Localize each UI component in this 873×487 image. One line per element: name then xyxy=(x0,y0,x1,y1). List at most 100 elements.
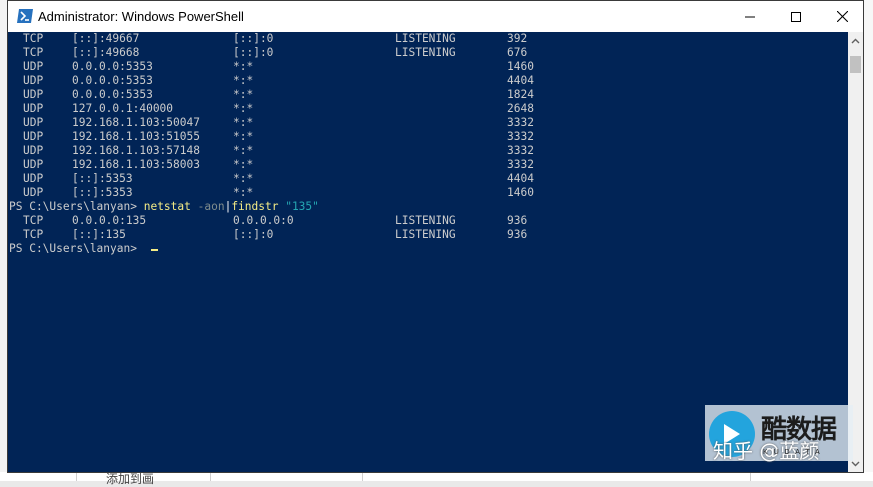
protocol-cell: UDP xyxy=(23,158,44,171)
background-divider xyxy=(210,472,211,481)
local-address-cell: [::]:49667 xyxy=(72,32,140,45)
local-address-cell: 0.0.0.0:5353 xyxy=(72,74,153,87)
pid-cell: 3332 xyxy=(507,158,534,171)
pid-cell: 392 xyxy=(507,32,528,45)
powershell-window: Administrator: Windows PowerShell TCP[::… xyxy=(7,0,864,473)
scroll-up-button[interactable] xyxy=(848,32,863,49)
state-cell: LISTENING xyxy=(395,214,456,227)
foreign-address-cell: 0.0.0.0:0 xyxy=(233,214,294,227)
netstat-row: UDP 0.0.0.0:5353 *:* 4404 xyxy=(8,74,848,88)
protocol-cell: UDP xyxy=(23,186,44,199)
netstat-row: UDP 192.168.1.103:58003 *:* 3332 xyxy=(8,158,848,172)
background-divider xyxy=(76,472,77,481)
netstat-row: TCP [::]:135 [::]:0 LISTENING 936 xyxy=(8,228,848,242)
foreign-address-cell: [::]:0 xyxy=(233,46,274,59)
command-name-2: findstr xyxy=(231,200,279,213)
local-address-cell: [::]:5353 xyxy=(72,172,133,185)
chevron-down-icon xyxy=(851,461,860,466)
foreign-address-cell: *:* xyxy=(233,88,254,101)
pid-cell: 4404 xyxy=(507,74,534,87)
protocol-cell: UDP xyxy=(23,144,44,157)
chevron-up-icon xyxy=(851,38,860,43)
protocol-cell: TCP xyxy=(23,214,44,227)
local-address-cell: 0.0.0.0:5353 xyxy=(72,60,153,73)
command-argument: "135" xyxy=(278,200,319,213)
foreign-address-cell: *:* xyxy=(233,130,254,143)
current-prompt-line[interactable]: PS C:\Users\lanyan> xyxy=(8,242,848,256)
local-address-cell: [::]:49668 xyxy=(72,46,140,59)
state-cell: LISTENING xyxy=(395,46,456,59)
local-address-cell: 127.0.0.1:40000 xyxy=(72,102,174,115)
pid-cell: 3332 xyxy=(507,116,534,129)
background-divider xyxy=(750,472,751,481)
state-cell: LISTENING xyxy=(395,32,456,45)
netstat-row: TCP 0.0.0.0:135 0.0.0.0:0 LISTENING 936 xyxy=(8,214,848,228)
protocol-cell: UDP xyxy=(23,102,44,115)
foreign-address-cell: *:* xyxy=(233,74,254,87)
protocol-cell: UDP xyxy=(23,172,44,185)
local-address-cell: 0.0.0.0:135 xyxy=(72,214,147,227)
watermark: 酷数据 知乎 @蓝颜 K U D A T A xyxy=(705,405,853,463)
foreign-address-cell: *:* xyxy=(233,60,254,73)
local-address-cell: [::]:135 xyxy=(72,228,126,241)
prompt-text: PS C:\Users\lanyan> xyxy=(9,200,144,213)
protocol-cell: TCP xyxy=(23,228,44,241)
protocol-cell: TCP xyxy=(23,32,44,45)
netstat-row: TCP [::]:49667 [::]:0 LISTENING 392 xyxy=(8,32,848,46)
local-address-cell: 192.168.1.103:50047 xyxy=(72,116,200,129)
pid-cell: 2648 xyxy=(507,102,534,115)
minimize-button[interactable] xyxy=(727,1,773,32)
protocol-cell: UDP xyxy=(23,116,44,129)
local-address-cell: 0.0.0.0:5353 xyxy=(72,88,153,101)
protocol-cell: UDP xyxy=(23,60,44,73)
output-after: TCP 0.0.0.0:135 0.0.0.0:0 LISTENING 936 TCP [:… xyxy=(8,214,848,242)
command-name: netstat xyxy=(143,200,191,213)
pid-cell: 4404 xyxy=(507,172,534,185)
foreign-address-cell: *:* xyxy=(233,102,254,115)
protocol-cell: UDP xyxy=(23,88,44,101)
powershell-icon xyxy=(16,8,34,24)
local-address-cell: 192.168.1.103:57148 xyxy=(72,144,200,157)
pid-cell: 676 xyxy=(507,46,528,59)
title-bar[interactable]: Administrator: Windows PowerShell xyxy=(8,1,863,32)
watermark-small-text: K U D A T A xyxy=(763,449,822,456)
command-line: PS C:\Users\lanyan> netstat -aon|findstr… xyxy=(8,200,848,214)
foreign-address-cell: [::]:0 xyxy=(233,228,274,241)
local-address-cell: 192.168.1.103:58003 xyxy=(72,158,200,171)
netstat-row: UDP 192.168.1.103:57148 *:* 3332 xyxy=(8,144,848,158)
pid-cell: 1824 xyxy=(507,88,534,101)
netstat-row: UDP [::]:5353 *:* 4404 xyxy=(8,172,848,186)
pid-cell: 936 xyxy=(507,214,528,227)
foreign-address-cell: *:* xyxy=(233,186,254,199)
netstat-row: UDP 0.0.0.0:5353 *:* 1824 xyxy=(8,88,848,102)
background-divider xyxy=(362,472,363,481)
foreign-address-cell: [::]:0 xyxy=(233,32,274,45)
local-address-cell: [::]:5353 xyxy=(72,186,133,199)
protocol-cell: UDP xyxy=(23,130,44,143)
prompt-text: PS C:\Users\lanyan> xyxy=(9,242,144,255)
protocol-cell: UDP xyxy=(23,74,44,87)
state-cell: LISTENING xyxy=(395,228,456,241)
foreign-address-cell: *:* xyxy=(233,172,254,185)
netstat-row: UDP [::]:5353 *:* 1460 xyxy=(8,186,848,200)
pid-cell: 3332 xyxy=(507,130,534,143)
protocol-cell: TCP xyxy=(23,46,44,59)
local-address-cell: 192.168.1.103:51055 xyxy=(72,130,200,143)
pid-cell: 936 xyxy=(507,228,528,241)
netstat-row: UDP 192.168.1.103:51055 *:* 3332 xyxy=(8,130,848,144)
minimize-icon xyxy=(745,16,755,17)
scroll-thumb[interactable] xyxy=(850,56,861,73)
close-button[interactable] xyxy=(819,1,865,32)
maximize-icon xyxy=(791,11,801,22)
pid-cell: 3332 xyxy=(507,144,534,157)
close-icon xyxy=(836,11,848,22)
foreign-address-cell: *:* xyxy=(233,116,254,129)
foreign-address-cell: *:* xyxy=(233,144,254,157)
netstat-row: UDP 127.0.0.1:40000 *:* 2648 xyxy=(8,102,848,116)
command-parameter: -aon xyxy=(190,200,225,213)
netstat-row: UDP 0.0.0.0:5353 *:* 1460 xyxy=(8,60,848,74)
text-cursor xyxy=(150,249,158,251)
maximize-button[interactable] xyxy=(773,1,819,32)
output-before: TCP [::]:49667 [::]:0 LISTENING 392 TCP [::]:4… xyxy=(8,32,848,200)
pid-cell: 1460 xyxy=(507,60,534,73)
